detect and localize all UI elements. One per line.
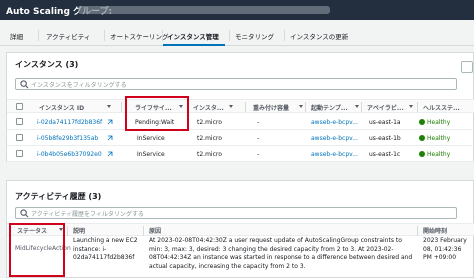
sort-caret-icon[interactable] (409, 105, 413, 108)
tab-activity[interactable]: アクティビティ (46, 31, 90, 41)
search-icon (20, 209, 29, 218)
health-status: Healthy (427, 135, 451, 142)
col-start-time[interactable]: 開始時刻 (423, 226, 447, 235)
instance-type: t2.micro (197, 135, 222, 142)
launch-template-link[interactable]: awseb-e-bcpv... (311, 119, 358, 126)
availability-zone: us-east-1c (369, 151, 401, 158)
healthy-icon (419, 135, 425, 141)
instances-title: インスタンス (3) (15, 60, 79, 69)
instance-id-link[interactable]: i-05b8fe29b3f135ab (37, 135, 98, 142)
lifecycle-state: InService (137, 151, 165, 158)
availability-zone: us-east-1b (369, 135, 401, 142)
select-all-checkbox[interactable] (16, 103, 23, 110)
instances-panel: インスタンス (3) インスタンスをフィルタリングする インスタンス ID ライ… (6, 52, 474, 162)
col-instance-type[interactable]: インスタ... (193, 103, 224, 112)
col-weight[interactable]: 重み付け容量 (253, 103, 289, 112)
row-checkbox[interactable] (16, 118, 23, 125)
sort-caret-icon[interactable] (299, 105, 303, 108)
external-link-icon[interactable] (107, 135, 113, 141)
refresh-button[interactable] (461, 61, 473, 73)
col-instance-id[interactable]: インスタンス ID (39, 103, 84, 112)
instances-search-placeholder: インスタンスをフィルタリングする (31, 82, 127, 89)
launch-template-link[interactable]: awseb-e-bcpv... (311, 151, 358, 158)
instance-id-link[interactable]: i-02da74117fd2b836f (37, 119, 102, 126)
instances-header-row: インスタンス ID ライフサイ... インスタ... 重み付け容量 起動テンプ.… (7, 99, 474, 113)
row-checkbox[interactable] (16, 150, 23, 157)
health-status: Healthy (427, 151, 451, 158)
active-tab-indicator (163, 44, 225, 46)
tab-instance-refresh[interactable]: インスタンスの更新 (290, 31, 348, 41)
section-gap (0, 162, 474, 180)
instance-type: t2.micro (197, 119, 222, 126)
table-row[interactable]: i-02da74117fd2b836f Pending:Wait t2.micr… (7, 115, 474, 130)
availability-zone: us-east-1a (369, 119, 401, 126)
col-launch-template[interactable]: 起動テンプ... (311, 103, 348, 112)
external-link-icon[interactable] (107, 119, 113, 125)
col-description[interactable]: 説明 (73, 226, 85, 235)
sort-caret-icon[interactable] (355, 105, 359, 108)
redacted-group-name (78, 6, 330, 14)
instances-search-input[interactable]: インスタンスをフィルタリングする (15, 78, 457, 90)
external-link-icon[interactable] (107, 151, 113, 157)
col-cause[interactable]: 原因 (149, 226, 161, 235)
search-icon (20, 80, 29, 89)
col-health-status[interactable]: ヘルスステ... (423, 103, 460, 112)
weight-value: - (257, 151, 260, 158)
activity-start-time: 2023 February 08, 01:42:36 PM +09:00 (423, 237, 467, 261)
tab-details[interactable]: 詳細 (10, 31, 23, 41)
row-checkbox[interactable] (16, 134, 23, 141)
weight-value: - (257, 119, 260, 126)
activity-row: MidLifecycleAction Launching a new EC2 i… (7, 235, 474, 278)
healthy-icon (419, 119, 425, 125)
sort-caret-icon[interactable] (229, 105, 233, 108)
activity-search-placeholder: アクティビティ履歴をフィルタリングする (31, 211, 144, 218)
tab-auto-scaling[interactable]: オートスケーリング (110, 31, 169, 41)
col-availability-zone[interactable]: アベイラビ... (367, 103, 404, 112)
activity-cause: At 2023-02-08T04:42:30Z a user request u… (149, 237, 413, 270)
weight-value: - (257, 135, 260, 142)
instance-id-link[interactable]: i-0b4b05e6b37092e0 (37, 151, 102, 158)
activity-description: Launching a new EC2 instance: i-02da7411… (73, 237, 138, 261)
activity-title: アクティビティ履歴 (3) (15, 192, 102, 201)
lifecycle-state: InService (137, 135, 165, 142)
table-row[interactable]: i-05b8fe29b3f135ab InService t2.micro - … (7, 131, 474, 146)
page-header: Auto Scaling グループ: (0, 0, 474, 20)
health-status: Healthy (427, 119, 451, 126)
table-row[interactable]: i-0b4b05e6b37092e0 InService t2.micro - … (7, 147, 474, 162)
healthy-icon (419, 151, 425, 157)
highlight-box-status (9, 223, 65, 277)
tab-monitoring[interactable]: モニタリング (235, 31, 274, 41)
highlight-box-lifecycle (125, 96, 189, 131)
instance-type: t2.micro (197, 151, 222, 158)
activity-panel: アクティビティ履歴 (3) アクティビティ履歴をフィルタリングする ステータス … (6, 180, 474, 278)
tab-instance-management[interactable]: インスタンス管理 (167, 31, 219, 41)
sort-caret-icon[interactable] (107, 105, 111, 108)
launch-template-link[interactable]: awseb-e-bcpv... (311, 135, 358, 142)
activity-search-input[interactable]: アクティビティ履歴をフィルタリングする (15, 207, 457, 219)
tab-bar: 詳細 アクティビティ オートスケーリング インスタンス管理 モニタリング インス… (0, 26, 474, 46)
